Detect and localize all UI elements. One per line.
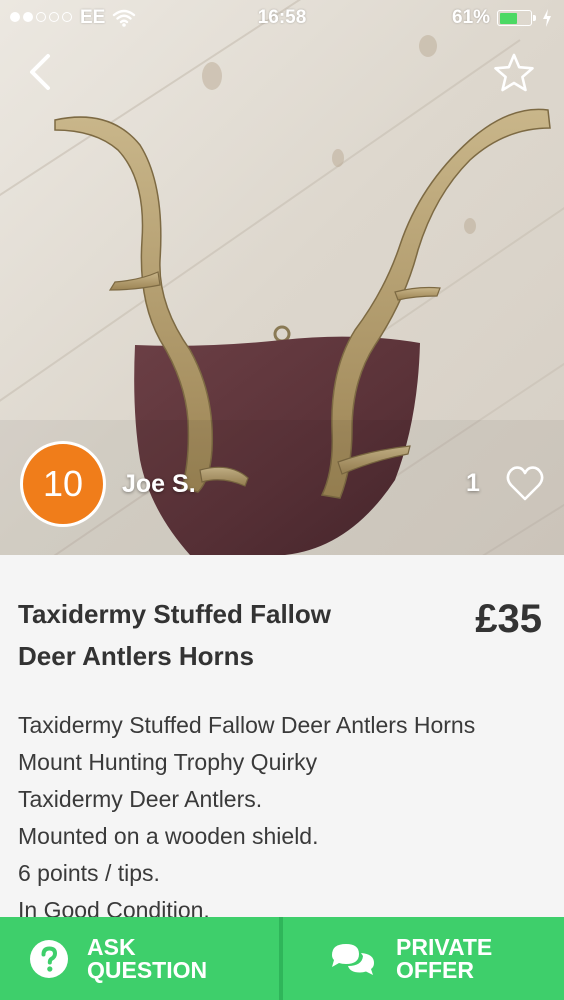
seller-name[interactable]: Joe S. — [122, 470, 196, 499]
battery-percent: 61% — [452, 7, 491, 28]
offer-label-line-2: OFFER — [396, 956, 474, 983]
listing-price: £35 — [475, 597, 542, 641]
charging-bolt-icon — [543, 9, 551, 27]
description-line: Mounted on a wooden shield. — [18, 823, 319, 849]
seller-avatar[interactable]: 10 — [20, 441, 106, 527]
listing-details: Taxidermy Stuffed Fallow Deer Antlers Ho… — [0, 555, 564, 917]
back-chevron-icon[interactable] — [22, 52, 62, 92]
listing-description: Taxidermy Stuffed Fallow Deer Antlers Ho… — [18, 707, 548, 917]
battery-level-fill — [499, 12, 518, 24]
status-bar: EE 16:58 61% — [0, 0, 564, 40]
action-divider — [279, 917, 283, 1000]
listing-title-line-1: Taxidermy Stuffed Fallow — [18, 599, 332, 629]
ask-question-button[interactable]: ASK QUESTION — [0, 917, 279, 1000]
offer-label-line-1: PRIVATE — [396, 933, 493, 960]
listing-photo[interactable]: EE 16:58 61% 10 Joe S. 1 — [0, 0, 564, 555]
ask-label-line-2: QUESTION — [87, 956, 208, 983]
description-line: Mount Hunting Trophy Quirky — [18, 749, 318, 775]
ask-question-label: ASK QUESTION — [87, 933, 208, 983]
private-offer-button[interactable]: PRIVATE OFFER — [283, 917, 564, 1000]
favorite-star-icon[interactable] — [492, 51, 536, 95]
like-count: 1 — [466, 469, 480, 497]
ask-label-line-1: ASK — [87, 933, 136, 960]
listing-title: Taxidermy Stuffed Fallow Deer Antlers Ho… — [18, 593, 418, 677]
description-line: Taxidermy Stuffed Fallow Deer Antlers Ho… — [18, 712, 476, 738]
listing-title-line-2: Deer Antlers Horns — [18, 641, 254, 671]
chat-bubbles-icon — [332, 943, 374, 975]
question-icon — [30, 939, 68, 978]
battery-icon — [497, 10, 536, 26]
action-bar: ASK QUESTION PRIVATE OFFER — [0, 917, 564, 1000]
description-line: Taxidermy Deer Antlers. — [18, 786, 263, 812]
private-offer-label: PRIVATE OFFER — [396, 933, 493, 983]
description-line: In Good Condition. — [18, 897, 210, 917]
seller-badge: 10 — [42, 463, 84, 504]
seller-info[interactable]: 10 Joe S. — [20, 441, 196, 527]
like-heart-icon[interactable] — [505, 464, 545, 502]
description-line: 6 points / tips. — [18, 860, 160, 886]
